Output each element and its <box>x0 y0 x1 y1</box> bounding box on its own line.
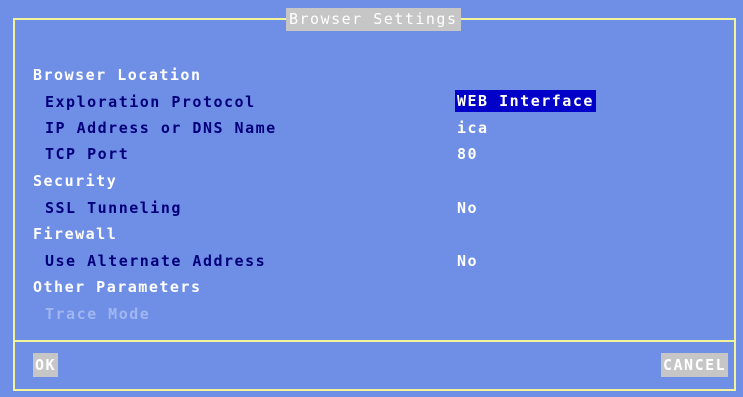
frame-border-right <box>734 18 736 391</box>
trace-mode-label: Trace Mode <box>45 305 151 323</box>
button-bar-divider <box>13 340 736 342</box>
section-firewall: Firewall <box>33 225 118 243</box>
ip-address-label[interactable]: IP Address or DNS Name <box>45 118 277 138</box>
exploration-protocol-value[interactable]: WEB Interface <box>455 90 596 112</box>
ssl-tunneling-label[interactable]: SSL Tunneling <box>45 198 182 218</box>
alternate-address-value[interactable]: No <box>457 251 478 271</box>
ip-address-value[interactable]: ica <box>457 118 489 138</box>
frame-border-left <box>13 18 15 391</box>
frame-border-bottom <box>13 389 736 391</box>
exploration-protocol-label[interactable]: Exploration Protocol <box>45 92 256 112</box>
ok-button[interactable]: OK <box>33 353 59 377</box>
cancel-button[interactable]: CANCEL <box>661 353 729 377</box>
alternate-address-label[interactable]: Use Alternate Address <box>45 251 266 271</box>
section-other-parameters: Other Parameters <box>33 278 202 296</box>
ssl-tunneling-value[interactable]: No <box>457 198 478 218</box>
tcp-port-value[interactable]: 80 <box>457 144 478 164</box>
tcp-port-label[interactable]: TCP Port <box>45 144 129 164</box>
section-browser-location: Browser Location <box>33 66 202 84</box>
section-security: Security <box>33 172 118 190</box>
settings-dialog: Browser Settings Browser Location Explor… <box>0 0 743 397</box>
dialog-title: Browser Settings <box>286 8 461 31</box>
